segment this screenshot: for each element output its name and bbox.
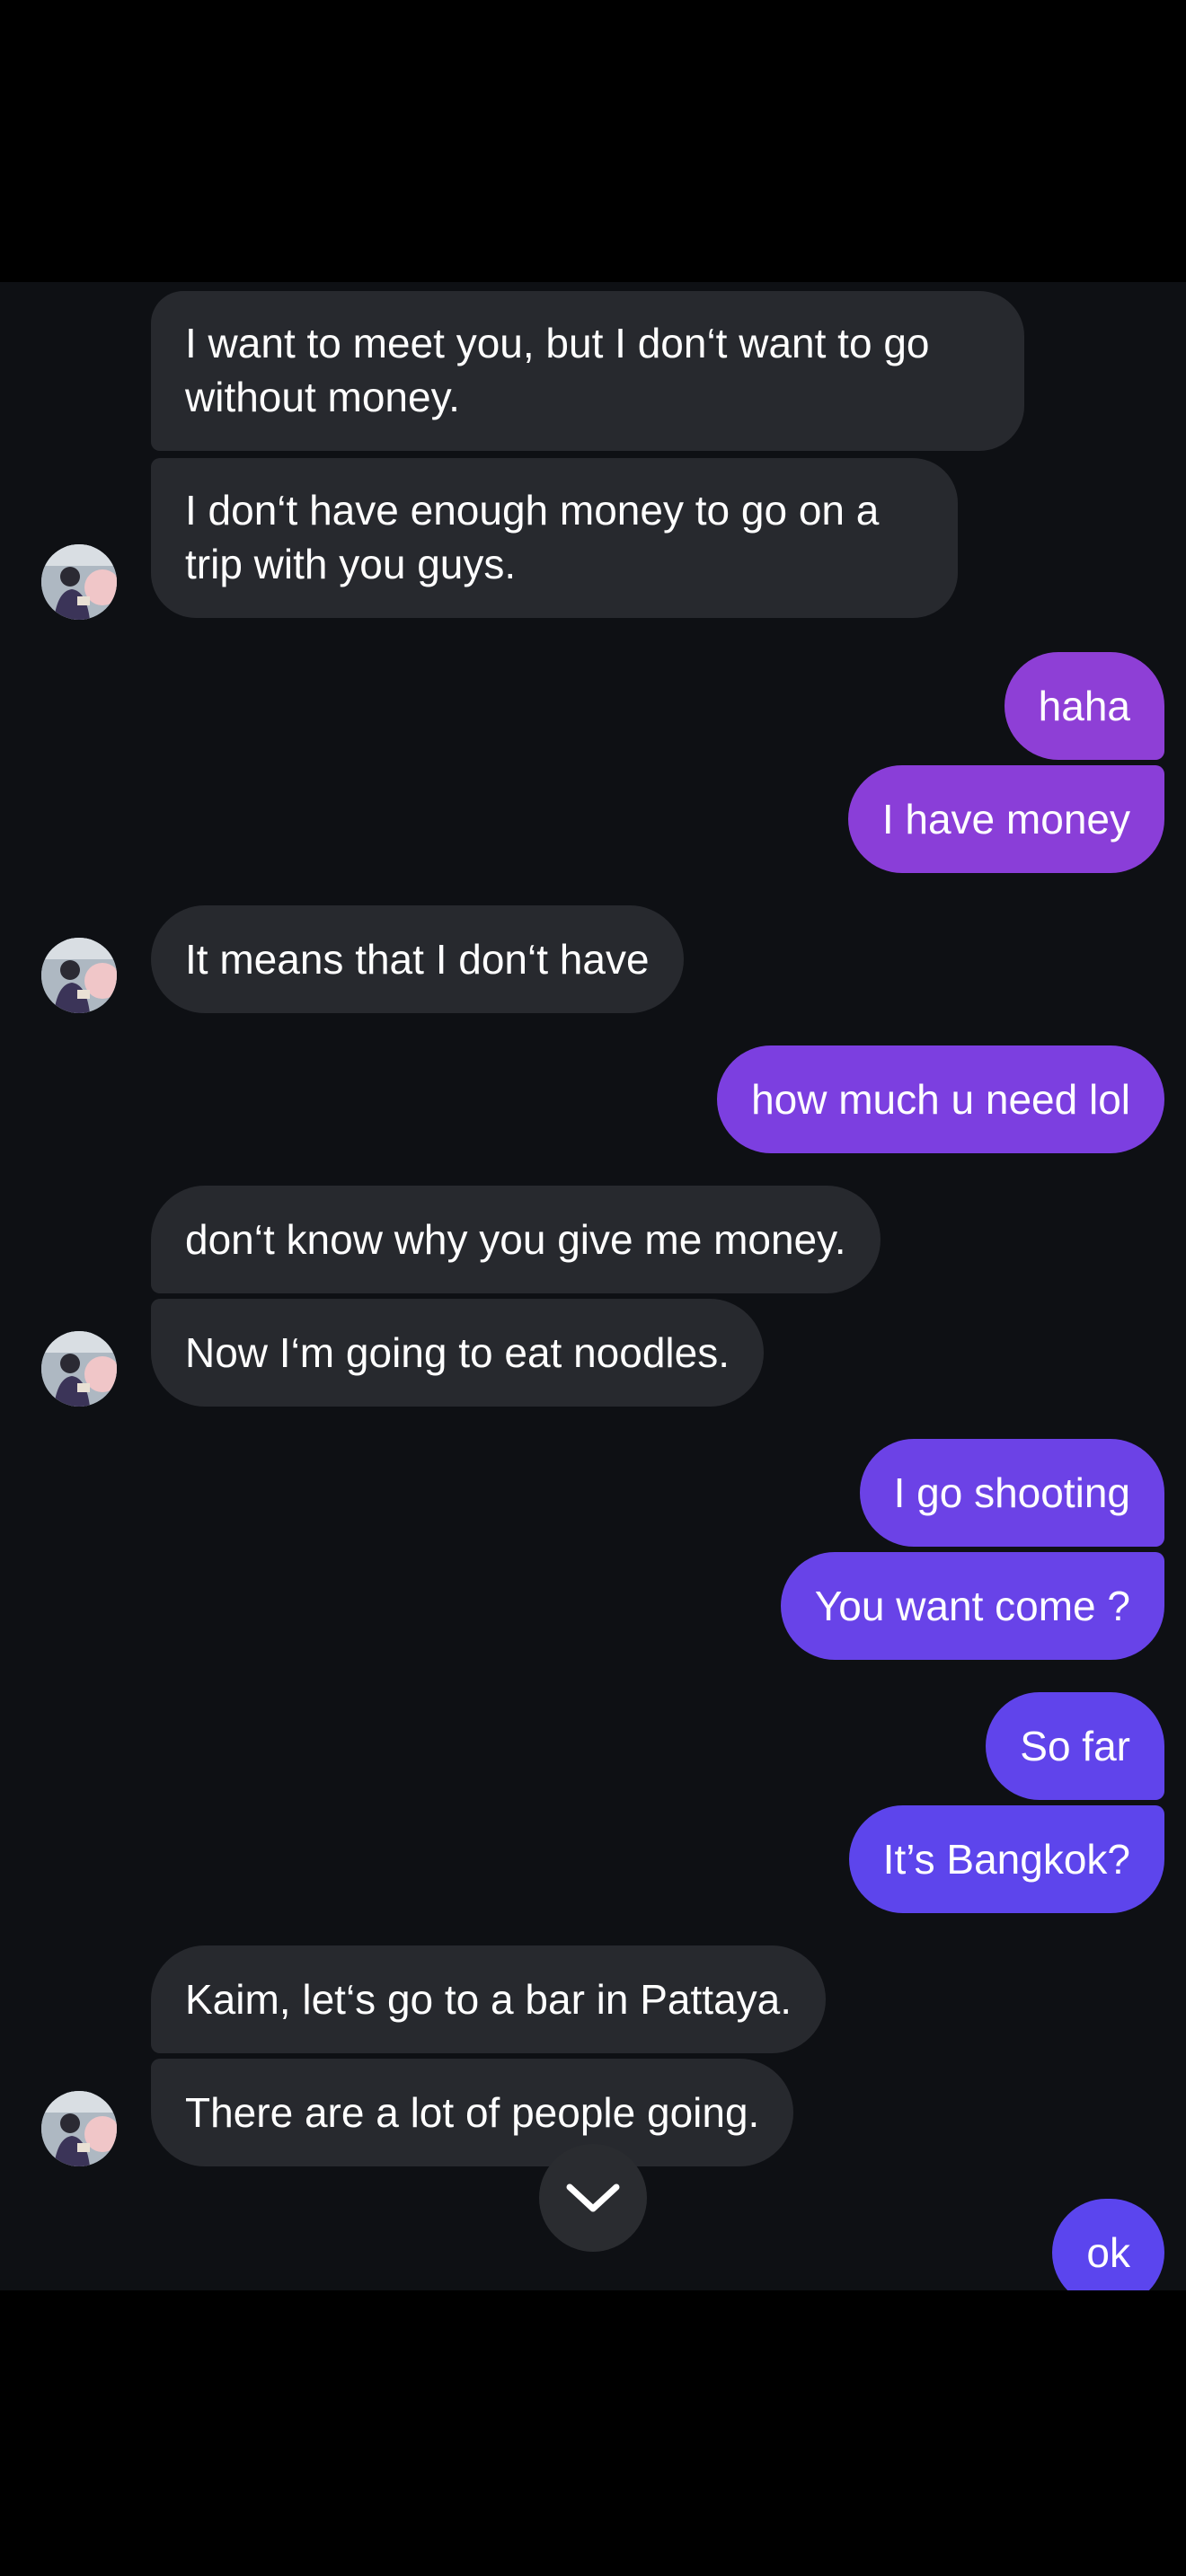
message-text: You want come ? (814, 1583, 1130, 1629)
message-text: It means that I don‘t have (185, 936, 650, 983)
message-text: I want to meet you, but I don‘t want to … (185, 320, 930, 420)
incoming-message[interactable]: I want to meet you, but I don‘t want to … (151, 291, 1024, 451)
message-text: There are a lot of people going. (185, 2089, 760, 2136)
message-text: ok (1086, 2229, 1130, 2276)
message-text: I go shooting (893, 1469, 1130, 1516)
incoming-message[interactable]: don‘t know why you give me money. (151, 1186, 881, 1293)
message-text: Now I‘m going to eat noodles. (185, 1329, 730, 1376)
message-text: I have money (881, 796, 1130, 842)
message-text: It’s Bangkok? (882, 1836, 1130, 1883)
status-bar-area (0, 0, 1186, 282)
message-text: how much u need lol (751, 1076, 1130, 1123)
incoming-message[interactable]: Kaim, let‘s go to a bar in Pattaya. (151, 1945, 827, 2053)
avatar-photo-icon (41, 2091, 117, 2166)
chevron-down-icon (566, 2183, 620, 2212)
outgoing-message[interactable]: haha (1004, 652, 1164, 760)
message-text: I don‘t have enough money to go on a tri… (185, 487, 880, 587)
outgoing-message[interactable]: You want come ? (780, 1552, 1164, 1660)
outgoing-message[interactable]: I have money (847, 765, 1164, 873)
avatar-photo-icon (41, 938, 117, 1013)
contact-avatar[interactable] (41, 2091, 117, 2166)
incoming-message[interactable]: It means that I don‘t have (151, 905, 684, 1013)
incoming-message[interactable]: I don‘t have enough money to go on a tri… (151, 458, 958, 618)
outgoing-message[interactable]: how much u need lol (717, 1045, 1164, 1153)
message-text: Kaim, let‘s go to a bar in Pattaya. (185, 1976, 792, 2023)
incoming-message[interactable]: Now I‘m going to eat noodles. (151, 1299, 765, 1407)
message-thread[interactable]: I want to meet you, but I don‘t want to … (0, 282, 1186, 2290)
message-text: haha (1038, 683, 1130, 729)
avatar-photo-icon (41, 544, 117, 620)
outgoing-message[interactable]: So far (986, 1692, 1164, 1800)
outgoing-message[interactable]: I go shooting (859, 1439, 1164, 1547)
bottom-bar-area (0, 2290, 1186, 2576)
outgoing-message[interactable]: ok (1052, 2199, 1164, 2290)
message-text: So far (1020, 1723, 1130, 1769)
contact-avatar[interactable] (41, 544, 117, 620)
contact-avatar[interactable] (41, 938, 117, 1013)
avatar-photo-icon (41, 1331, 117, 1407)
scroll-to-bottom-button[interactable] (539, 2144, 647, 2252)
message-text: don‘t know why you give me money. (185, 1216, 846, 1263)
outgoing-message[interactable]: It’s Bangkok? (848, 1805, 1164, 1913)
contact-avatar[interactable] (41, 1331, 117, 1407)
incoming-message[interactable]: There are a lot of people going. (151, 2059, 794, 2166)
